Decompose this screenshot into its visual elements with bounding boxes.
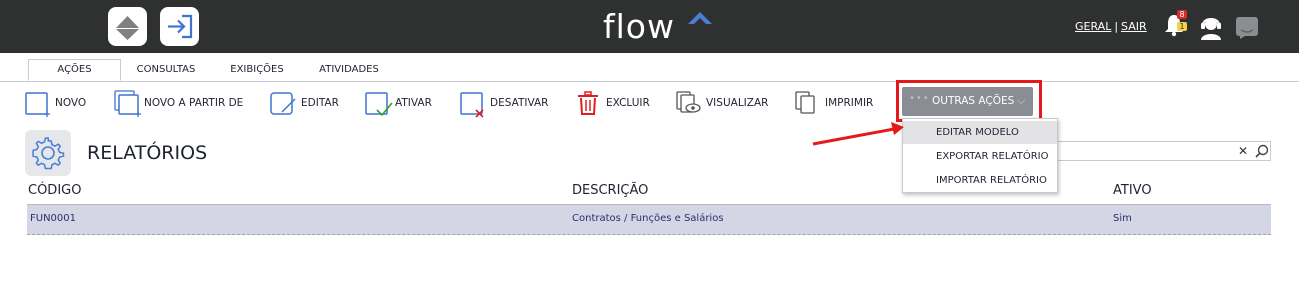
tab-consultas[interactable]: CONSULTAS [133, 60, 199, 82]
ativar-label: ATIVAR [395, 97, 432, 109]
outras-acoes-menu: EDITAR MODELO EXPORTAR RELATÓRIO IMPORTA… [902, 118, 1058, 193]
visualizar-label: VISUALIZAR [706, 97, 769, 109]
cell-descricao: Contratos / Funções e Salários [572, 213, 724, 224]
print-copies-icon [795, 91, 815, 114]
support-headset-icon[interactable] [1199, 14, 1223, 40]
page-title: RELATÓRIOS [87, 142, 208, 164]
sign-in-icon [168, 14, 193, 39]
column-header-descricao[interactable]: DESCRIÇÃO [572, 183, 648, 198]
editar-button[interactable]: EDITAR [269, 88, 341, 120]
brand-logo-text: flow [603, 7, 675, 46]
top-links-separator: | [1114, 20, 1119, 33]
edit-document-icon [270, 92, 296, 115]
home-button[interactable] [108, 7, 147, 46]
novo-a-partir-de-label: NOVO A PARTIR DE [144, 97, 244, 109]
visualizar-button[interactable]: VISUALIZAR [676, 88, 772, 120]
search-icon[interactable] [1254, 143, 1270, 159]
menu-item-importar-relatorio[interactable]: IMPORTAR RELATÓRIO [903, 169, 1057, 192]
table-row[interactable]: FUN0001 Contratos / Funções e Salários S… [27, 205, 1271, 235]
notification-badge-red: 8 [1177, 10, 1187, 19]
tab-bar: AÇÕES CONSULTAS EXIBIÇÕES ATIVIDADES [0, 53, 1299, 82]
view-preview-icon [676, 91, 701, 113]
top-bar: flow GERAL | SAIR 8 1 [0, 0, 1299, 53]
geral-link[interactable]: GERAL [1075, 20, 1111, 33]
search-box: ✕ [1057, 141, 1271, 161]
cell-codigo: FUN0001 [30, 213, 77, 224]
column-header-ativo[interactable]: ATIVO [1113, 183, 1152, 198]
action-toolbar: NOVO NOVO A PARTIR DE EDITAR ATIVAR DESA… [0, 84, 1299, 124]
deactivate-x-icon [460, 92, 484, 118]
novo-a-partir-de-button[interactable]: NOVO A PARTIR DE [114, 88, 246, 120]
ativar-button[interactable]: ATIVAR [364, 88, 436, 120]
annotation-arrow-icon [812, 122, 904, 146]
imprimir-button[interactable]: IMPRIMIR [795, 88, 879, 120]
login-button[interactable] [160, 7, 199, 46]
column-header-codigo[interactable]: CÓDIGO [28, 183, 81, 198]
settings-page-icon-tile [25, 130, 71, 176]
chat-icon[interactable] [1236, 17, 1258, 39]
clear-search-icon[interactable]: ✕ [1238, 144, 1248, 158]
menu-item-editar-modelo[interactable]: EDITAR MODELO [903, 121, 1057, 144]
tab-atividades[interactable]: ATIVIDADES [314, 60, 384, 82]
tab-acoes[interactable]: AÇÕES [28, 59, 121, 81]
new-document-icon [25, 92, 50, 117]
tab-exibicoes[interactable]: EXIBIÇÕES [227, 60, 287, 82]
search-input[interactable] [1058, 142, 1228, 160]
flow-home-icon [116, 16, 139, 40]
imprimir-label: IMPRIMIR [825, 97, 874, 109]
trash-icon [578, 91, 598, 115]
top-links: GERAL | SAIR [1075, 20, 1147, 33]
excluir-button[interactable]: EXCLUIR [576, 88, 652, 120]
desativar-button[interactable]: DESATIVAR [459, 88, 551, 120]
notification-badge-yellow: 1 [1177, 22, 1187, 31]
excluir-label: EXCLUIR [606, 97, 650, 109]
new-from-copy-icon [114, 90, 141, 117]
brand-logo-mark-icon [688, 12, 712, 24]
desativar-label: DESATIVAR [490, 97, 549, 109]
activate-check-icon [365, 92, 393, 117]
editar-label: EDITAR [301, 97, 339, 109]
sair-link[interactable]: SAIR [1121, 20, 1147, 33]
novo-label: NOVO [55, 97, 87, 109]
novo-button[interactable]: NOVO [24, 88, 88, 120]
menu-item-exportar-relatorio[interactable]: EXPORTAR RELATÓRIO [903, 145, 1057, 168]
annotation-highlight-box [896, 80, 1042, 122]
gear-icon [32, 137, 65, 170]
cell-ativo: Sim [1113, 213, 1132, 224]
